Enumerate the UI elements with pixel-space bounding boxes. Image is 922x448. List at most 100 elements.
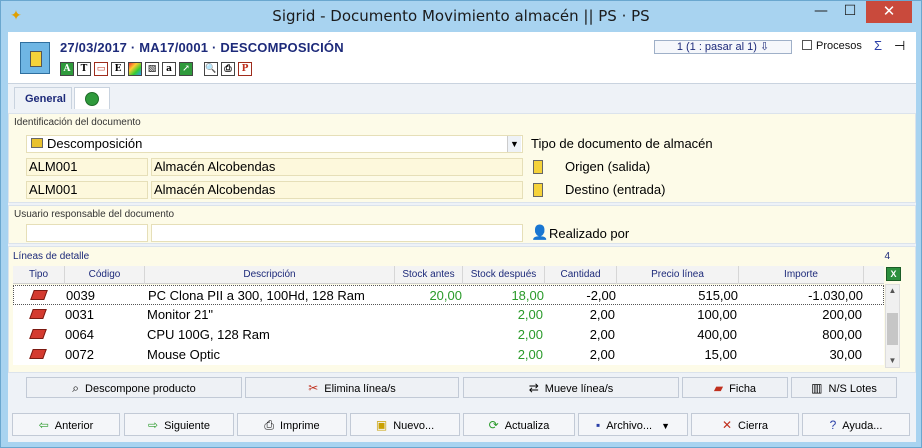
mueve-button[interactable]: ⇄ Mueve línea/s [463, 377, 679, 398]
siguiente-button[interactable]: ⇨ Siguiente [124, 413, 234, 436]
elimina-button[interactable]: ✂ Elimina línea/s [245, 377, 459, 398]
scroll-down-icon[interactable]: ▼ [886, 355, 899, 367]
new-document-icon: ▣ [375, 418, 388, 432]
col-stock-despues[interactable]: Stock después [463, 266, 545, 284]
close-icon: ✕ [721, 418, 733, 432]
table-row[interactable]: 0039 PC Clona PII a 300, 100Hd, 128 Ram … [13, 285, 884, 305]
excel-icon[interactable]: X [886, 267, 901, 281]
edit-e-icon[interactable]: E [111, 62, 125, 76]
label-icon[interactable]: a [162, 62, 176, 76]
navigation-bar: ⇦ Anterior ⇨ Siguiente ⎙ Imprime ▣ Nuevo... … [8, 413, 916, 437]
user-code-field[interactable] [26, 224, 148, 242]
ayuda-button[interactable]: ? Ayuda... [802, 413, 910, 436]
nuevo-label: Nuevo... [393, 420, 435, 432]
cell-cantidad: -2,00 [586, 288, 616, 303]
barcode-icon: ▥ [811, 381, 823, 395]
actualiza-label: Actualiza [504, 420, 550, 432]
cierra-button[interactable]: ✕ Cierra [691, 413, 799, 436]
text-a-icon[interactable]: A [60, 62, 74, 76]
product-type-icon [29, 329, 47, 339]
pdf-icon[interactable]: P [238, 62, 252, 76]
detail-lines-panel: Líneas de detalle 4 Tipo Código Descripc… [8, 246, 916, 373]
cell-cantidad: 2,00 [589, 327, 615, 342]
cell-stock-despues: 2,00 [517, 327, 543, 342]
print-icon[interactable]: ⎙ [221, 62, 235, 76]
ficha-button[interactable]: ▰ Ficha [682, 377, 788, 398]
pin-icon[interactable]: ⊣ [894, 38, 905, 54]
app-window: ✦ Sigrid - Documento Movimiento almacén … [0, 0, 922, 448]
user-name-field[interactable] [151, 224, 523, 242]
archivo-label: Archivo... [606, 420, 653, 432]
close-window-button[interactable]: ✕ [866, 1, 912, 23]
table-row[interactable]: 0031 Monitor 21" 2,00 2,00 100,00 200,00 [13, 305, 884, 325]
cell-precio: 515,00 [698, 288, 738, 303]
descompone-button[interactable]: ⌕ Descompone producto [26, 377, 242, 398]
preview-icon[interactable]: 🔍 [204, 62, 218, 76]
note-icon[interactable]: ▭ [94, 62, 108, 76]
lines-label: Líneas de detalle [13, 251, 90, 262]
procesos-label: Procesos [816, 40, 862, 52]
cell-stock-despues: 18,00 [511, 288, 544, 303]
minimize-button[interactable]: — [807, 1, 835, 23]
archivo-button[interactable]: ▪ Archivo... ▼ [578, 413, 688, 436]
col-cantidad[interactable]: Cantidad [545, 266, 617, 284]
tab-extra[interactable] [74, 87, 110, 109]
export-icon[interactable]: ↗ [179, 62, 193, 76]
delete-lines-icon: ✂ [308, 381, 319, 395]
title-bar[interactable]: ✦ Sigrid - Documento Movimiento almacén … [1, 1, 921, 32]
arrow-left-icon: ⇦ [38, 418, 49, 432]
dest-name-field[interactable]: Almacén Alcobendas [151, 181, 523, 199]
client-area: 27/03/2017 · MA17/0001 · DESCOMPOSICIÓN … [8, 32, 916, 442]
cell-importe: 200,00 [822, 307, 862, 322]
dest-code-field[interactable]: ALM001 [26, 181, 148, 199]
chevron-down-icon[interactable]: ▼ [507, 136, 521, 152]
ns-lotes-button[interactable]: ▥ N/S Lotes [791, 377, 897, 398]
origin-name-field[interactable]: Almacén Alcobendas [151, 158, 523, 176]
pattern-icon[interactable]: ▧ [145, 62, 159, 76]
sum-icon[interactable]: Σ [874, 38, 882, 53]
col-tipo[interactable]: Tipo [13, 266, 65, 284]
col-descripcion[interactable]: Descripción [145, 266, 395, 284]
color-icon[interactable] [128, 62, 142, 76]
archivo-chevron-down-icon[interactable]: ▼ [661, 421, 670, 431]
doc-type-value: Descomposición [47, 136, 143, 151]
procesos-button[interactable]: Procesos [802, 40, 862, 52]
cell-precio: 15,00 [704, 347, 737, 362]
siguiente-label: Siguiente [164, 420, 210, 432]
col-importe[interactable]: Importe [739, 266, 864, 284]
table-row[interactable]: 0072 Mouse Optic 2,00 2,00 15,00 30,00 [13, 345, 884, 365]
tab-general[interactable]: General [14, 87, 72, 109]
nuevo-button[interactable]: ▣ Nuevo... [350, 413, 460, 436]
record-pager[interactable]: 1 (1 : pasar al 1) ⇩ [654, 40, 792, 54]
dest-picker-icon[interactable] [533, 183, 543, 197]
window-title: Sigrid - Documento Movimiento almacén ||… [272, 7, 650, 25]
tab-bar: General [8, 85, 916, 109]
vertical-scrollbar[interactable]: ▲ ▼ [885, 284, 900, 368]
cell-cantidad: 2,00 [589, 307, 615, 322]
origin-picker-icon[interactable] [533, 160, 543, 174]
table-row[interactable]: 0064 CPU 100G, 128 Ram 2,00 2,00 400,00 … [13, 325, 884, 345]
cell-cantidad: 2,00 [589, 347, 615, 362]
col-codigo[interactable]: Código [65, 266, 145, 284]
document-header: 27/03/2017 · MA17/0001 · DESCOMPOSICIÓN … [8, 32, 916, 84]
text-t-icon[interactable]: T [77, 62, 91, 76]
maximize-button[interactable]: ☐ [836, 1, 864, 23]
actualiza-button[interactable]: ⟳ Actualiza [463, 413, 575, 436]
doc-type-select[interactable]: Descomposición ▼ [26, 135, 523, 153]
cell-codigo: 0039 [66, 288, 95, 303]
cell-descripcion: CPU 100G, 128 Ram [147, 327, 270, 342]
green-circle-icon [85, 92, 99, 107]
ficha-label: Ficha [729, 383, 757, 395]
anterior-button[interactable]: ⇦ Anterior [12, 413, 120, 436]
imprime-button[interactable]: ⎙ Imprime [237, 413, 347, 436]
dest-label: Destino (entrada) [565, 182, 666, 197]
origin-code-field[interactable]: ALM001 [26, 158, 148, 176]
product-type-icon [29, 309, 47, 319]
procesos-icon [802, 40, 812, 50]
realizado-label: Realizado por [549, 226, 630, 241]
scroll-up-icon[interactable]: ▲ [886, 285, 899, 297]
line-actions-bar: ⌕ Descompone producto ✂ Elimina línea/s ⇄ M… [8, 377, 916, 399]
scroll-thumb[interactable] [887, 313, 898, 345]
col-precio[interactable]: Precio línea [617, 266, 739, 284]
col-stock-antes[interactable]: Stock antes [395, 266, 463, 284]
